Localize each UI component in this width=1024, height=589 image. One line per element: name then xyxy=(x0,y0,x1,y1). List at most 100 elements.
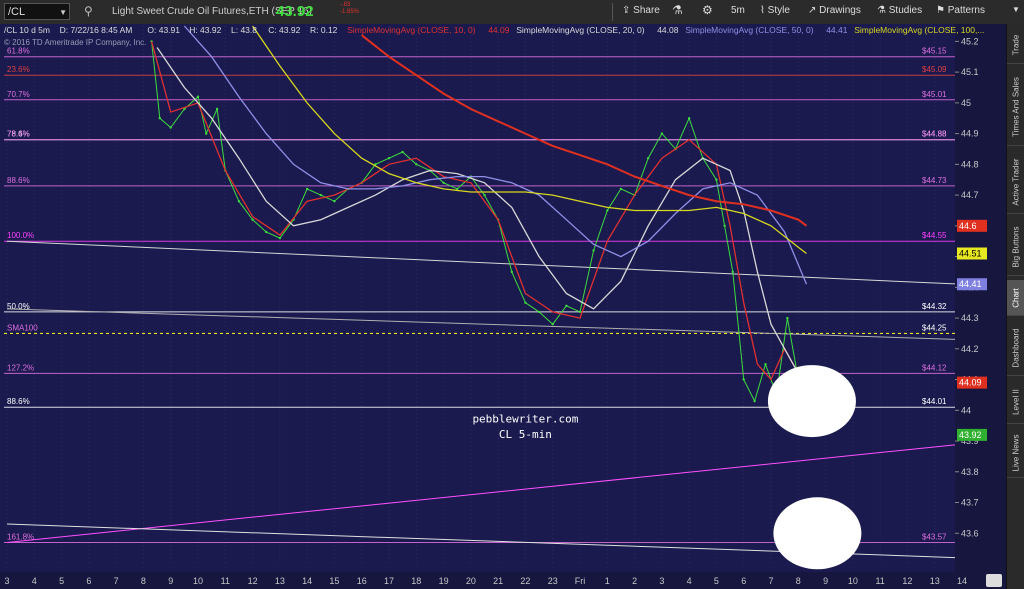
style-icon: ⌇ xyxy=(760,5,765,16)
price-badge-label: 44.41 xyxy=(959,279,982,289)
x-tick-label: 11 xyxy=(875,576,884,586)
price-point xyxy=(619,187,623,191)
x-tick-label: 4 xyxy=(687,576,692,586)
drawings-button[interactable]: ↗ Drawings xyxy=(808,5,861,16)
study-legend-value: 44.09 xyxy=(488,25,510,35)
side-tab-label: Live News xyxy=(1011,434,1021,471)
fib-level-label: 61.8% xyxy=(7,47,30,56)
link-icon[interactable]: ⚲ xyxy=(84,4,93,18)
fib-price-label: $44.73 xyxy=(922,176,947,185)
x-tick-label: 7 xyxy=(768,576,773,586)
x-tick-label: 11 xyxy=(221,576,230,586)
side-tab-live-news[interactable]: Live News xyxy=(1007,428,1024,478)
fib-price-label: $45.15 xyxy=(922,47,947,56)
side-tab-chart[interactable]: Chart xyxy=(1007,280,1024,316)
chevron-down-icon[interactable]: ▼ xyxy=(59,4,67,21)
side-tab-label: Trade xyxy=(1011,34,1021,55)
price-point xyxy=(537,310,541,314)
price-point xyxy=(753,399,756,403)
x-tick-label: 5 xyxy=(714,576,719,586)
x-tick-label: 3 xyxy=(4,576,9,586)
price-point xyxy=(319,193,322,197)
info-field: C: 43.92 xyxy=(268,25,300,35)
y-tick-label: 44.8 xyxy=(961,159,979,169)
x-tick-label: 6 xyxy=(741,576,746,586)
price-point xyxy=(687,117,691,120)
gear-icon[interactable]: ⚙ xyxy=(702,3,713,17)
y-tick-label: 44.2 xyxy=(961,344,979,354)
side-tab-times-and-sales[interactable]: Times And Sales xyxy=(1007,68,1024,146)
info-field: L: 43.8 xyxy=(231,25,257,35)
price-point xyxy=(278,236,282,240)
study-legend-label: SimpleMovingAvg (CLOSE, 20, 0) xyxy=(516,25,645,35)
studies-button[interactable]: ⚗ Studies xyxy=(877,5,922,16)
price-point xyxy=(305,187,309,191)
x-tick-label: 14 xyxy=(957,576,967,586)
chart-svg[interactable]: 3 4 5 6 7 8 9 10 11 12 13 14 15 16 17 18 19 20 21 22 23 Fri 1 2… xyxy=(0,24,1006,589)
y-tick-label: 43.7 xyxy=(961,498,979,508)
share-button[interactable]: ⇪ Share xyxy=(622,5,660,16)
x-tick-label: 15 xyxy=(329,576,339,586)
price-point xyxy=(265,230,268,234)
x-tick-label: 13 xyxy=(275,576,285,586)
price-point xyxy=(551,323,554,326)
price-point xyxy=(251,218,254,221)
flask-icon[interactable]: ⚗ xyxy=(672,3,683,17)
price-point xyxy=(647,157,650,160)
side-tab-active-trader[interactable]: Active Trader xyxy=(1007,150,1024,214)
x-tick-label: 22 xyxy=(520,576,530,586)
x-tick-label: 8 xyxy=(141,576,146,586)
info-field: O: 43.91 xyxy=(147,25,180,35)
info-field: D: 7/22/16 8:45 AM xyxy=(60,25,133,35)
fib-price-label: $44.12 xyxy=(922,363,947,372)
price-badge-label: 44.51 xyxy=(959,248,982,258)
price-point xyxy=(215,107,219,111)
info-field: /CL 10 d 5m xyxy=(4,25,50,35)
studies-icon: ⚗ xyxy=(877,5,886,16)
x-tick-label: 9 xyxy=(823,576,828,586)
x-tick-label: 8 xyxy=(796,576,801,586)
price-point xyxy=(169,126,172,129)
x-tick-label: 12 xyxy=(248,576,258,586)
price-point xyxy=(387,157,391,160)
price-point xyxy=(205,132,208,135)
fib-level-label: 127.2% xyxy=(7,363,34,372)
price-point xyxy=(442,181,445,184)
style-label: Style xyxy=(767,5,790,16)
study-legend-label: SimpleMovingAvg (CLOSE, 100,... xyxy=(854,25,984,35)
fib-price-label: $45.09 xyxy=(922,65,947,74)
study-legend-label: SimpleMovingAvg (CLOSE, 10, 0) xyxy=(347,25,476,35)
side-tab-trade[interactable]: Trade xyxy=(1007,26,1024,64)
price-badge-label: 44.6 xyxy=(959,221,977,231)
x-tick-label: 18 xyxy=(411,576,421,586)
price-badge-label: 44.09 xyxy=(959,378,982,388)
timeframe-button[interactable]: 5m xyxy=(731,5,745,16)
side-tab-level-ii[interactable]: Level II xyxy=(1007,380,1024,424)
price-point xyxy=(606,209,609,212)
chevron-down-icon[interactable]: ▼ xyxy=(1012,5,1020,14)
highlight-circle-lower xyxy=(773,497,862,570)
patterns-button[interactable]: ⚑ Patterns xyxy=(936,5,985,16)
drawings-label: Drawings xyxy=(819,5,861,16)
x-tick-label: 2 xyxy=(632,576,637,586)
fib-price-label: $44.88 xyxy=(922,130,947,139)
symbol-selector[interactable]: /CL ▼ xyxy=(4,3,70,20)
toolbar-divider xyxy=(612,3,613,21)
drawings-icon: ↗ xyxy=(808,5,817,16)
info-field: H: 43.92 xyxy=(189,25,221,35)
chart-annotation: CL 5-min xyxy=(499,428,552,441)
x-tick-label: 6 xyxy=(86,576,91,586)
scroll-handle xyxy=(986,574,1002,587)
side-tab-dashboard[interactable]: Dashboard xyxy=(1007,320,1024,376)
price-point xyxy=(510,270,513,274)
info-field: R: 0.12 xyxy=(310,25,338,35)
fib-price-label: $43.57 xyxy=(922,532,947,541)
side-tab-label: Times And Sales xyxy=(1011,76,1021,137)
price-point xyxy=(578,310,582,314)
price-point xyxy=(237,200,241,203)
fib-level-label: 100.0% xyxy=(7,231,34,240)
side-tab-big-buttons[interactable]: Big Buttons xyxy=(1007,218,1024,276)
chart-annotation: pebblewriter.com xyxy=(472,413,578,426)
net-change: -.83 xyxy=(340,2,351,8)
style-button[interactable]: ⌇ Style xyxy=(760,5,790,16)
